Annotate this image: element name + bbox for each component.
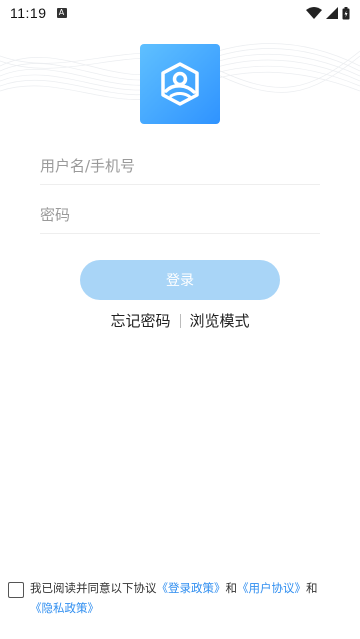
agreement-checkbox[interactable] (8, 582, 24, 598)
login-form (40, 148, 320, 234)
status-time: 11:19 (10, 5, 47, 21)
wifi-icon (306, 7, 322, 19)
signal-icon (326, 7, 338, 19)
battery-icon (342, 6, 350, 20)
password-input[interactable] (40, 206, 320, 224)
agreement-text: 我已阅读并同意以下协议《登录政策》和《用户协议》和 《隐私政策》 (30, 578, 352, 618)
username-input[interactable] (40, 157, 320, 175)
link-divider (179, 313, 181, 328)
secondary-links: 忘记密码 浏览模式 (0, 310, 360, 331)
status-right (306, 6, 350, 20)
app-logo (140, 44, 220, 124)
privacy-policy-link[interactable]: 《隐私政策》 (30, 601, 99, 615)
password-row (40, 197, 320, 234)
agreement-row: 我已阅读并同意以下协议《登录政策》和《用户协议》和 《隐私政策》 (8, 578, 352, 618)
agreement-prefix: 我已阅读并同意以下协议 (30, 581, 157, 595)
shield-person-icon (161, 62, 199, 106)
a-icon: A (56, 8, 67, 18)
forgot-password-link[interactable]: 忘记密码 (110, 310, 170, 331)
status-left: 11:19 A (10, 5, 67, 21)
user-agreement-link[interactable]: 《用户协议》 (237, 581, 306, 595)
agreement-connector-2: 和 (306, 581, 318, 595)
agreement-connector: 和 (225, 581, 238, 595)
browse-mode-link[interactable]: 浏览模式 (190, 310, 250, 331)
username-row (40, 148, 320, 185)
status-bar: 11:19 A (0, 0, 360, 26)
login-policy-link[interactable]: 《登录政策》 (157, 581, 226, 595)
login-button[interactable]: 登录 (80, 260, 280, 300)
